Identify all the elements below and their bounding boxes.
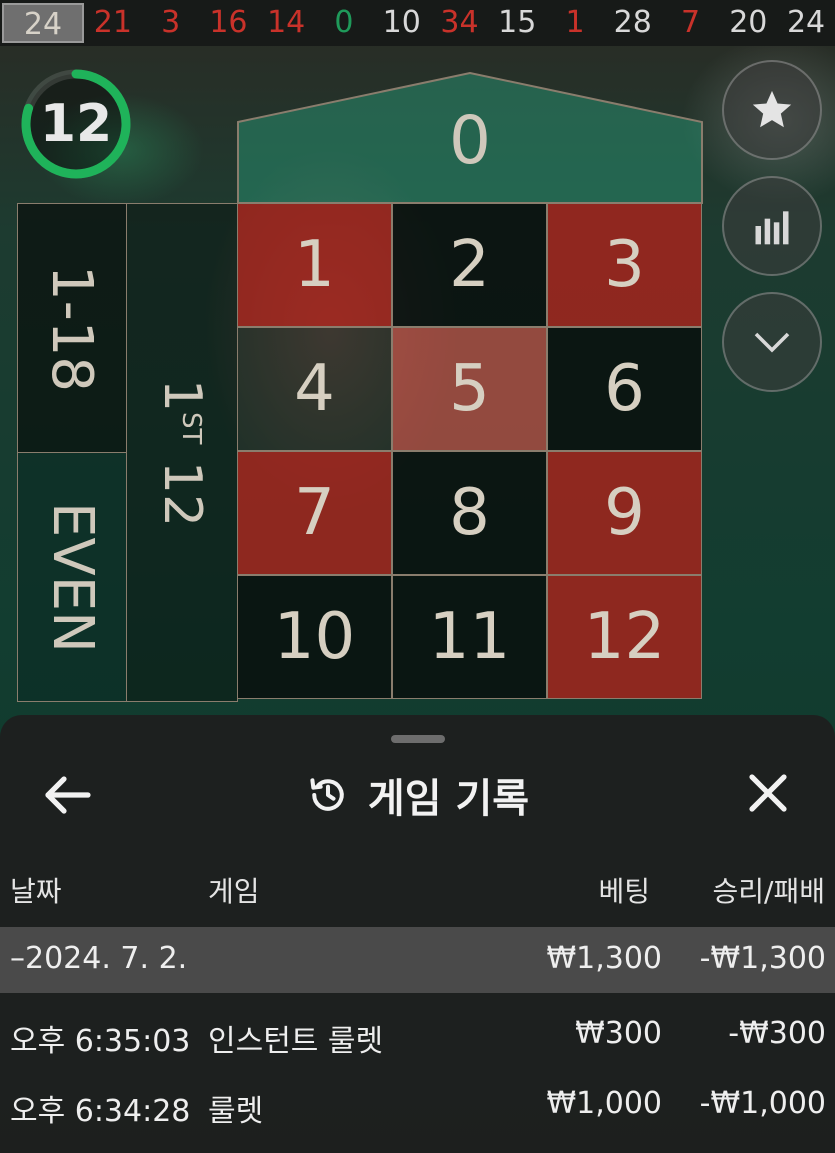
bet-spot-even[interactable]: EVEN xyxy=(17,452,127,702)
row-game: 룰렛 xyxy=(208,1094,264,1129)
bet-spot-number[interactable]: 10 xyxy=(237,575,392,699)
sheet-title: 게임 기록 xyxy=(367,776,530,822)
recent-results-strip: 24 21 3 16 14 0 10 34 15 1 28 7 20 24 xyxy=(0,0,835,46)
date-group-label: –2024. 7. 2. xyxy=(10,941,188,976)
sheet-header: 게임 기록 xyxy=(0,755,835,835)
column-header-result: 승리/패배 xyxy=(712,875,825,908)
result-number: 1 xyxy=(565,5,585,40)
result-number: 21 xyxy=(93,5,132,40)
row-bet: ₩300 xyxy=(575,1016,662,1051)
result-number: 20 xyxy=(729,5,768,40)
dozen-twelve: 12 xyxy=(152,460,212,527)
row-result: -₩300 xyxy=(728,1016,826,1051)
bar-chart-icon xyxy=(755,211,789,245)
result-number: 10 xyxy=(382,5,421,40)
bet-spot-zero[interactable]: 0 xyxy=(237,72,703,204)
bet-spot-first-dozen[interactable]: 1ST 12 xyxy=(126,203,238,702)
timer-seconds: 12 xyxy=(39,94,113,154)
result-number: 14 xyxy=(267,5,306,40)
history-icon xyxy=(310,778,344,811)
result-number: 34 xyxy=(440,5,479,40)
bet-spot-number[interactable]: 3 xyxy=(547,203,702,327)
bet-spot-number[interactable]: 12 xyxy=(547,575,702,699)
dozen-suffix: ST xyxy=(176,411,206,444)
result-number: 16 xyxy=(209,5,248,40)
column-header-bet: 베팅 xyxy=(598,875,650,908)
bet-spot-number[interactable]: 2 xyxy=(392,203,547,327)
chevron-down-icon xyxy=(754,332,790,353)
bet-spot-number[interactable]: 9 xyxy=(547,451,702,575)
result-number: 0 xyxy=(334,5,354,40)
bet-spot-number[interactable]: 11 xyxy=(392,575,547,699)
title-group: 게임 기록 xyxy=(0,755,835,835)
arrow-left-icon xyxy=(45,776,91,814)
date-group-result-total: -₩1,300 xyxy=(699,941,826,976)
bet-spot-number[interactable]: 1 xyxy=(237,203,392,327)
result-number: 3 xyxy=(161,5,181,40)
bet-spot-number[interactable]: 5 xyxy=(392,327,547,451)
row-game: 인스턴트 룰렛 xyxy=(208,1024,384,1059)
number-grid: 1 2 3 4 5 6 7 8 9 10 11 12 xyxy=(237,203,704,699)
result-number: 7 xyxy=(680,5,701,40)
range-label: 1-18 xyxy=(39,264,105,392)
result-number: 28 xyxy=(613,5,652,40)
bet-spot-1-18[interactable]: 1-18 xyxy=(17,203,127,453)
latest-result: 24 xyxy=(2,3,84,43)
date-group-bet-total: ₩1,300 xyxy=(546,941,662,976)
close-icon xyxy=(749,774,787,812)
sheet-drag-handle[interactable] xyxy=(391,735,445,743)
row-bet: ₩1,000 xyxy=(546,1086,662,1121)
favorite-button[interactable] xyxy=(722,60,822,160)
bet-spot-number[interactable]: 4 xyxy=(237,327,392,451)
row-time: 오후 6:34:28 xyxy=(10,1094,191,1129)
bet-spot-number[interactable]: 6 xyxy=(547,327,702,451)
dozen-label: 1ST 12 xyxy=(152,378,212,526)
dozen-number: 1 xyxy=(152,378,212,412)
back-button[interactable] xyxy=(40,773,96,817)
column-header-game: 게임 xyxy=(208,875,260,908)
collapse-button[interactable] xyxy=(722,292,822,392)
result-number: 15 xyxy=(498,5,537,40)
zero-label: 0 xyxy=(449,102,491,179)
result-number: 24 xyxy=(786,5,826,40)
close-button[interactable] xyxy=(744,769,792,817)
column-header-date: 날짜 xyxy=(10,875,62,908)
betting-countdown-timer: 12 xyxy=(18,66,134,182)
even-label: EVEN xyxy=(39,501,105,653)
star-icon xyxy=(752,90,792,128)
bet-spot-number[interactable]: 7 xyxy=(237,451,392,575)
statistics-button[interactable] xyxy=(722,176,822,276)
bet-spot-number[interactable]: 8 xyxy=(392,451,547,575)
row-result: -₩1,000 xyxy=(699,1086,826,1121)
row-time: 오후 6:35:03 xyxy=(10,1024,191,1059)
